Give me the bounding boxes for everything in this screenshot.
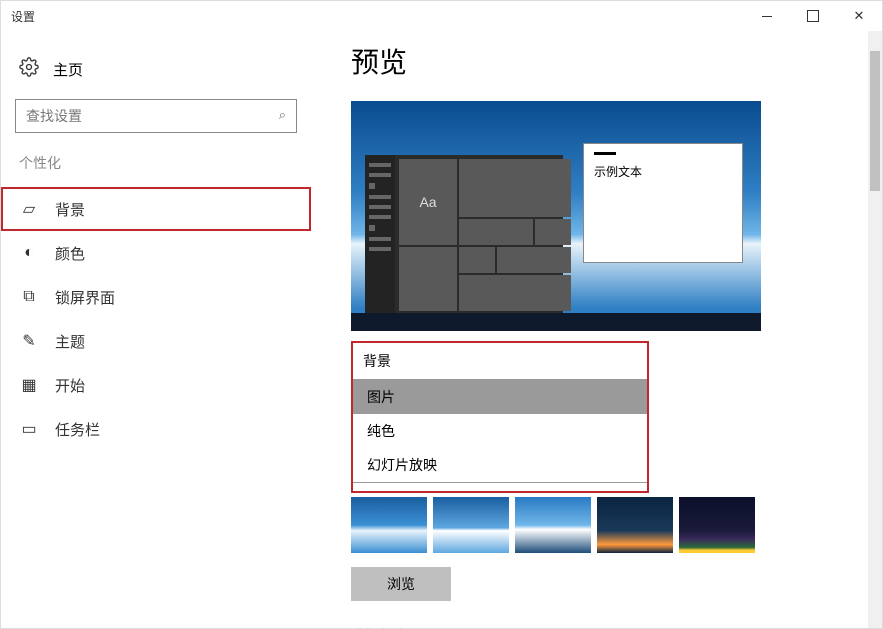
sidebar-item-lockscreen[interactable]: ⧉ 锁屏界面 (1, 275, 311, 319)
browse-button[interactable]: 浏览 (351, 567, 451, 601)
background-options: 图片 纯色 幻灯片放映 (353, 379, 647, 483)
start-icon: ▦ (19, 375, 39, 395)
scrollbar[interactable] (868, 31, 882, 628)
sidebar-item-start[interactable]: ▦ 开始 (1, 363, 311, 407)
recent-image-thumb[interactable] (679, 497, 755, 553)
main-panel: 预览 Aa (311, 31, 882, 628)
recent-image-thumb[interactable] (433, 497, 509, 553)
desktop-preview: Aa 示例文本 (351, 101, 761, 331)
gear-icon (19, 57, 39, 81)
fit-label: 选择契合度 (351, 625, 862, 628)
settings-window: 设置 主页 查找设置 ⌕ 个性化 ▱ 背景 (0, 0, 883, 629)
titlebar: 设置 (1, 1, 882, 31)
sidebar: 主页 查找设置 ⌕ 个性化 ▱ 背景 ◐ 颜色 ⧉ 锁屏界面 (1, 31, 311, 628)
lockscreen-icon: ⧉ (19, 288, 39, 306)
home-link[interactable]: 主页 (1, 51, 311, 99)
background-option-solid[interactable]: 纯色 (353, 414, 647, 448)
close-button[interactable] (836, 1, 882, 31)
recent-image-thumb[interactable] (351, 497, 427, 553)
section-label: 个性化 (1, 153, 311, 187)
image-icon: ▱ (19, 199, 39, 219)
preview-sample-window: 示例文本 (583, 143, 743, 263)
sidebar-item-colors[interactable]: ◐ 颜色 (1, 231, 311, 275)
background-option-slideshow[interactable]: 幻灯片放映 (353, 448, 647, 482)
sidebar-item-background[interactable]: ▱ 背景 (1, 187, 311, 231)
search-icon: ⌕ (279, 107, 286, 123)
recent-image-thumb[interactable] (515, 497, 591, 553)
page-title: 预览 (351, 41, 862, 81)
preview-taskbar (351, 313, 761, 331)
home-label: 主页 (53, 59, 83, 80)
maximize-button[interactable] (790, 1, 836, 31)
taskbar-icon: ▭ (19, 419, 39, 439)
minimize-button[interactable] (744, 1, 790, 31)
sidebar-item-label: 任务栏 (55, 419, 100, 440)
sidebar-item-taskbar[interactable]: ▭ 任务栏 (1, 407, 311, 451)
sample-text: 示例文本 (594, 165, 642, 179)
nav-list: ▱ 背景 ◐ 颜色 ⧉ 锁屏界面 ✎ 主题 ▦ 开始 (1, 187, 311, 451)
recent-images (351, 497, 862, 553)
search-input[interactable]: 查找设置 ⌕ (15, 99, 297, 133)
background-dropdown-section: 背景 图片 纯色 幻灯片放映 (351, 341, 649, 493)
sidebar-item-label: 开始 (55, 375, 85, 396)
preview-tile-aa: Aa (399, 159, 457, 245)
sidebar-item-label: 颜色 (55, 243, 85, 264)
theme-icon: ✎ (19, 331, 39, 351)
palette-icon: ◐ (19, 244, 39, 262)
window-title: 设置 (11, 8, 35, 25)
recent-image-thumb[interactable] (597, 497, 673, 553)
sidebar-item-label: 主题 (55, 331, 85, 352)
sidebar-item-themes[interactable]: ✎ 主题 (1, 319, 311, 363)
preview-start-menu: Aa (365, 155, 563, 313)
sidebar-item-label: 背景 (55, 199, 85, 220)
search-placeholder: 查找设置 (26, 106, 82, 126)
sidebar-item-label: 锁屏界面 (55, 287, 115, 308)
background-option-picture[interactable]: 图片 (353, 380, 647, 414)
scrollbar-thumb[interactable] (870, 51, 880, 191)
background-label: 背景 (353, 349, 647, 379)
